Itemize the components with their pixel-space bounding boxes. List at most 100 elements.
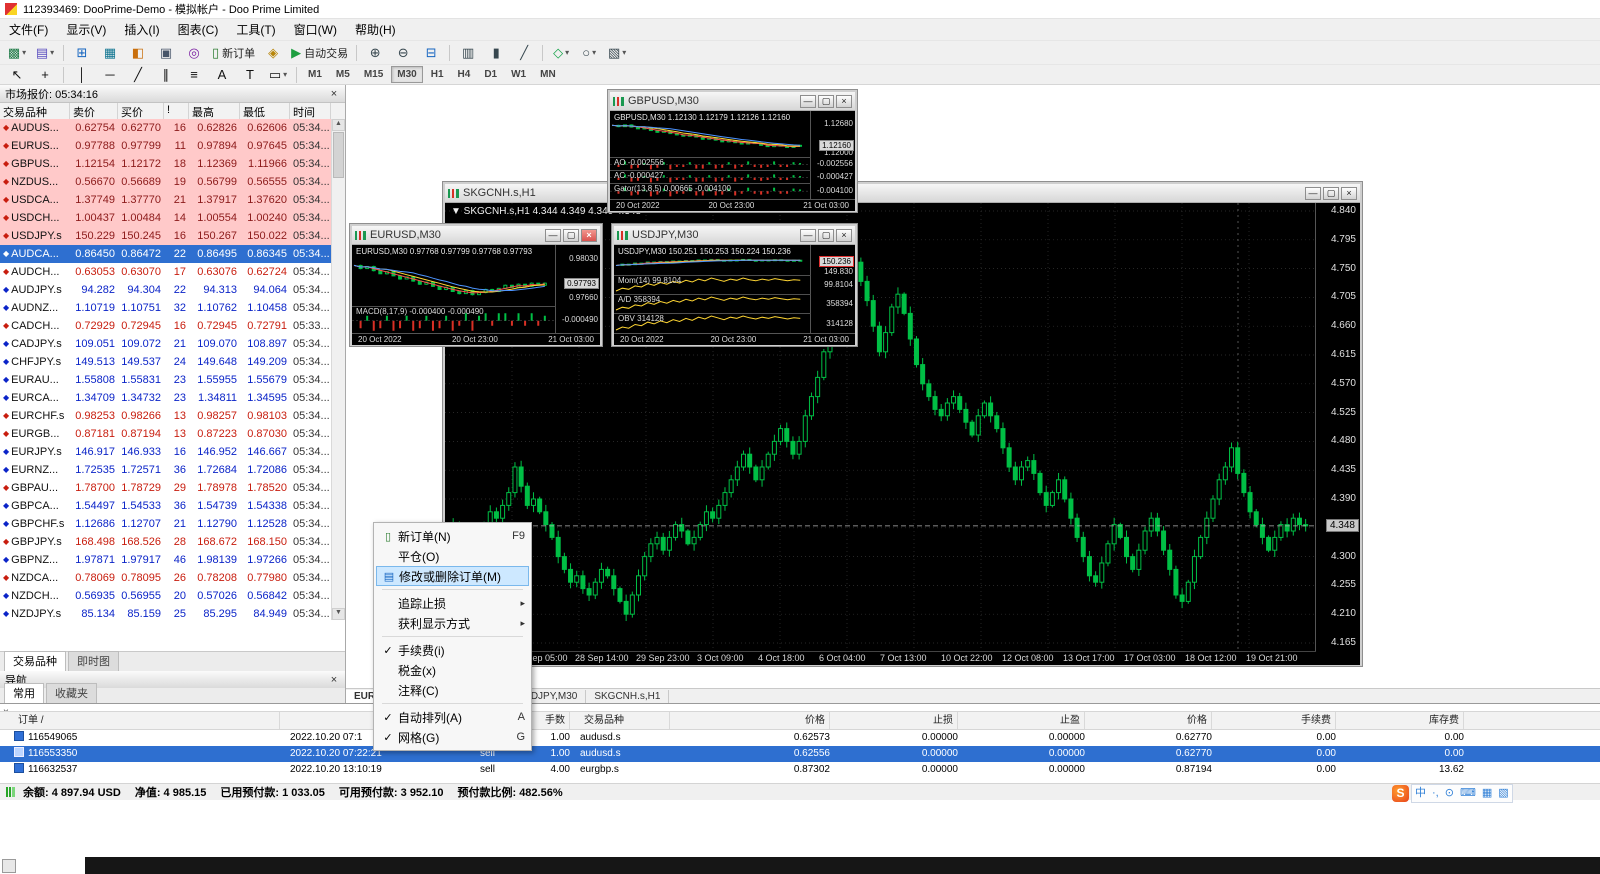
market-watch-row[interactable]: ◆CADCH...0.729290.72945160.729450.727910… [0,317,332,335]
ctx-grid[interactable]: ✓网格(G)G [376,727,529,747]
minimize-button[interactable]: — [800,95,816,108]
menu-help[interactable]: 帮助(H) [346,19,405,40]
restore-button[interactable]: ▢ [818,229,834,242]
windows-taskbar[interactable] [85,857,1600,874]
data-window-button[interactable]: ▦ [97,42,123,64]
menu-insert[interactable]: 插入(I) [115,19,168,40]
timeframe-m15[interactable]: M15 [358,66,389,83]
strategy-tester-button[interactable]: ◎ [181,42,207,64]
close-icon[interactable]: × [328,88,340,100]
orders-col-8[interactable]: 价格 [1092,712,1212,729]
profiles-button[interactable]: ▤▾ [32,42,58,64]
ctx-close-order[interactable]: 平仓(O) [376,546,529,566]
ctx-commissions[interactable]: ✓手续费(i) [376,640,529,660]
ctx-comments[interactable]: 注释(C) [376,680,529,700]
order-row[interactable]: 1165490652022.10.20 07:11.00audusd.s0.62… [0,730,1600,746]
close-button[interactable]: × [1341,187,1357,200]
period-button[interactable]: ○▾ [576,42,602,64]
tile-windows-button[interactable]: ⊟ [418,42,444,64]
scrollbar-thumb[interactable] [333,132,344,178]
gbpusd-window-titlebar[interactable]: GBPUSD,M30—▢× [610,92,855,111]
line-chart-button[interactable]: ╱ [511,42,537,64]
minimize-button[interactable]: — [800,229,816,242]
market-watch-col-4[interactable]: 最高 [189,103,240,120]
market-watch-row[interactable]: ◆EURCHF.s0.982530.98266130.982570.981030… [0,407,332,425]
orders-col-6[interactable]: 止损 [840,712,958,729]
market-watch-col-2[interactable]: 买价 [118,103,164,120]
market-watch-row[interactable]: ◆GBPCA...1.544971.54533361.547391.543380… [0,497,332,515]
objects-button[interactable]: ◇▾ [548,42,574,64]
market-watch-row[interactable]: ◆AUDNZ...1.107191.10751321.107621.104580… [0,299,332,317]
market-watch-row[interactable]: ◆USDJPY.s150.229150.24516150.267150.0220… [0,227,332,245]
new-order-button[interactable]: ▯新订单 [209,42,258,64]
timeframe-h1[interactable]: H1 [425,66,450,83]
market-watch-row[interactable]: ◆GBPNZ...1.978711.97917461.981391.972660… [0,551,332,569]
close-icon[interactable]: × [328,674,340,686]
horizontal-line-button[interactable]: ─ [97,64,123,86]
market-watch-button[interactable]: ⊞ [69,42,95,64]
minimize-button[interactable]: — [545,229,561,242]
shapes-button[interactable]: ▭▾ [265,64,291,86]
market-watch-row[interactable]: ◆EURCA...1.347091.34732231.348111.345950… [0,389,332,407]
menu-window[interactable]: 窗口(W) [285,19,346,40]
timeframe-w1[interactable]: W1 [505,66,532,83]
market-watch-row[interactable]: ◆AUDCA...0.864500.86472220.864950.863450… [0,245,332,263]
ctx-new-order[interactable]: ▯新订单(N)F9 [376,526,529,546]
minimize-button[interactable]: — [1305,187,1321,200]
sogou-logo[interactable]: S [1392,785,1409,802]
restore-button[interactable]: ▢ [1323,187,1339,200]
zoom-in-button[interactable]: ⊕ [362,42,388,64]
order-row[interactable]: 1166325372022.10.20 13:10:19sell4.00eurg… [0,762,1600,778]
navigator-tab[interactable]: 常用 [4,683,44,703]
menu-file[interactable]: 文件(F) [0,19,57,40]
orders-col-0[interactable]: 订单 / [14,712,280,729]
ctx-profit-display[interactable]: 获利显示方式▸ [376,613,529,633]
market-watch-row[interactable]: ◆EURJPY.s146.917146.93316146.952146.6670… [0,443,332,461]
menu-view[interactable]: 显示(V) [57,19,115,40]
usdjpy-window-chart-area[interactable]: USDJPY,M30 150.251 150.253 150.224 150.2… [614,245,855,345]
fibonacci-button[interactable]: ≡ [181,64,207,86]
market-watch-row[interactable]: ◆CHFJPY.s149.513149.53724149.648149.2090… [0,353,332,371]
equidistant-channel-button[interactable]: ∥ [153,64,179,86]
market-watch-row[interactable]: ◆NZDJPY.s85.13485.1592585.29584.94905:34… [0,605,332,620]
timeframe-mn[interactable]: MN [534,66,562,83]
text-button[interactable]: A [209,64,235,86]
ctx-taxes[interactable]: 税金(x) [376,660,529,680]
text-label-button[interactable]: T [237,64,263,86]
market-watch-row[interactable]: ◆EURNZ...1.725351.72571361.726841.720860… [0,461,332,479]
market-watch-col-6[interactable]: 时间 [290,103,331,120]
restore-button[interactable]: ▢ [563,229,579,242]
orders-col-5[interactable]: 价格 [690,712,830,729]
zoom-out-button[interactable]: ⊖ [390,42,416,64]
ctx-modify-delete-order[interactable]: ▤修改或删除订单(M) [376,566,529,586]
market-watch-tab-symbols[interactable]: 交易品种 [4,651,66,671]
orders-col-7[interactable]: 止盈 [965,712,1085,729]
market-watch-row[interactable]: ◆EURUS...0.977880.97799110.978940.976450… [0,137,332,155]
timeframe-d1[interactable]: D1 [478,66,503,83]
cursor-button[interactable]: ↖ [4,64,30,86]
close-button[interactable]: × [836,229,852,242]
market-watch-row[interactable]: ◆AUDCH...0.630530.63070170.630760.627240… [0,263,332,281]
market-watch-row[interactable]: ◆EURAU...1.558081.55831231.559551.556790… [0,371,332,389]
market-watch-row[interactable]: ◆NZDUS...0.566700.56689190.567990.565550… [0,173,332,191]
eurusd-window-chart-area[interactable]: EURUSD,M30 0.97768 0.97799 0.97768 0.977… [352,245,600,345]
close-button[interactable]: × [836,95,852,108]
orders-col-10[interactable]: 库存费 [1342,712,1464,729]
terminal-button[interactable]: ▣ [153,42,179,64]
orders-col-4[interactable]: 交易品种 [580,712,670,729]
market-watch-row[interactable]: ◆NZDCH...0.569350.56955200.570260.568420… [0,587,332,605]
new-chart-button[interactable]: ▩▾ [4,42,30,64]
taskbar-corner-icon[interactable] [2,859,16,873]
market-watch-row[interactable]: ◆NZDCA...0.780690.78095260.782080.779800… [0,569,332,587]
market-watch-col-0[interactable]: 交易品种 [0,103,70,120]
skin-icon[interactable]: ▧ [1498,786,1508,801]
lang-chinese-indicator[interactable]: 中 [1415,786,1426,801]
orders-col-9[interactable]: 手续费 [1218,712,1336,729]
market-watch-col-5[interactable]: 最低 [240,103,290,120]
ctx-auto-arrange[interactable]: ✓自动排列(A)A [376,707,529,727]
market-watch-row[interactable]: ◆CADJPY.s109.051109.07221109.070108.8970… [0,335,332,353]
market-watch-row[interactable]: ◆USDCH...1.004371.00484141.005541.002400… [0,209,332,227]
timeframe-m1[interactable]: M1 [302,66,328,83]
market-watch-row[interactable]: ◆GBPUS...1.121541.12172181.123691.119660… [0,155,332,173]
metaeditor-button[interactable]: ◈ [260,42,286,64]
